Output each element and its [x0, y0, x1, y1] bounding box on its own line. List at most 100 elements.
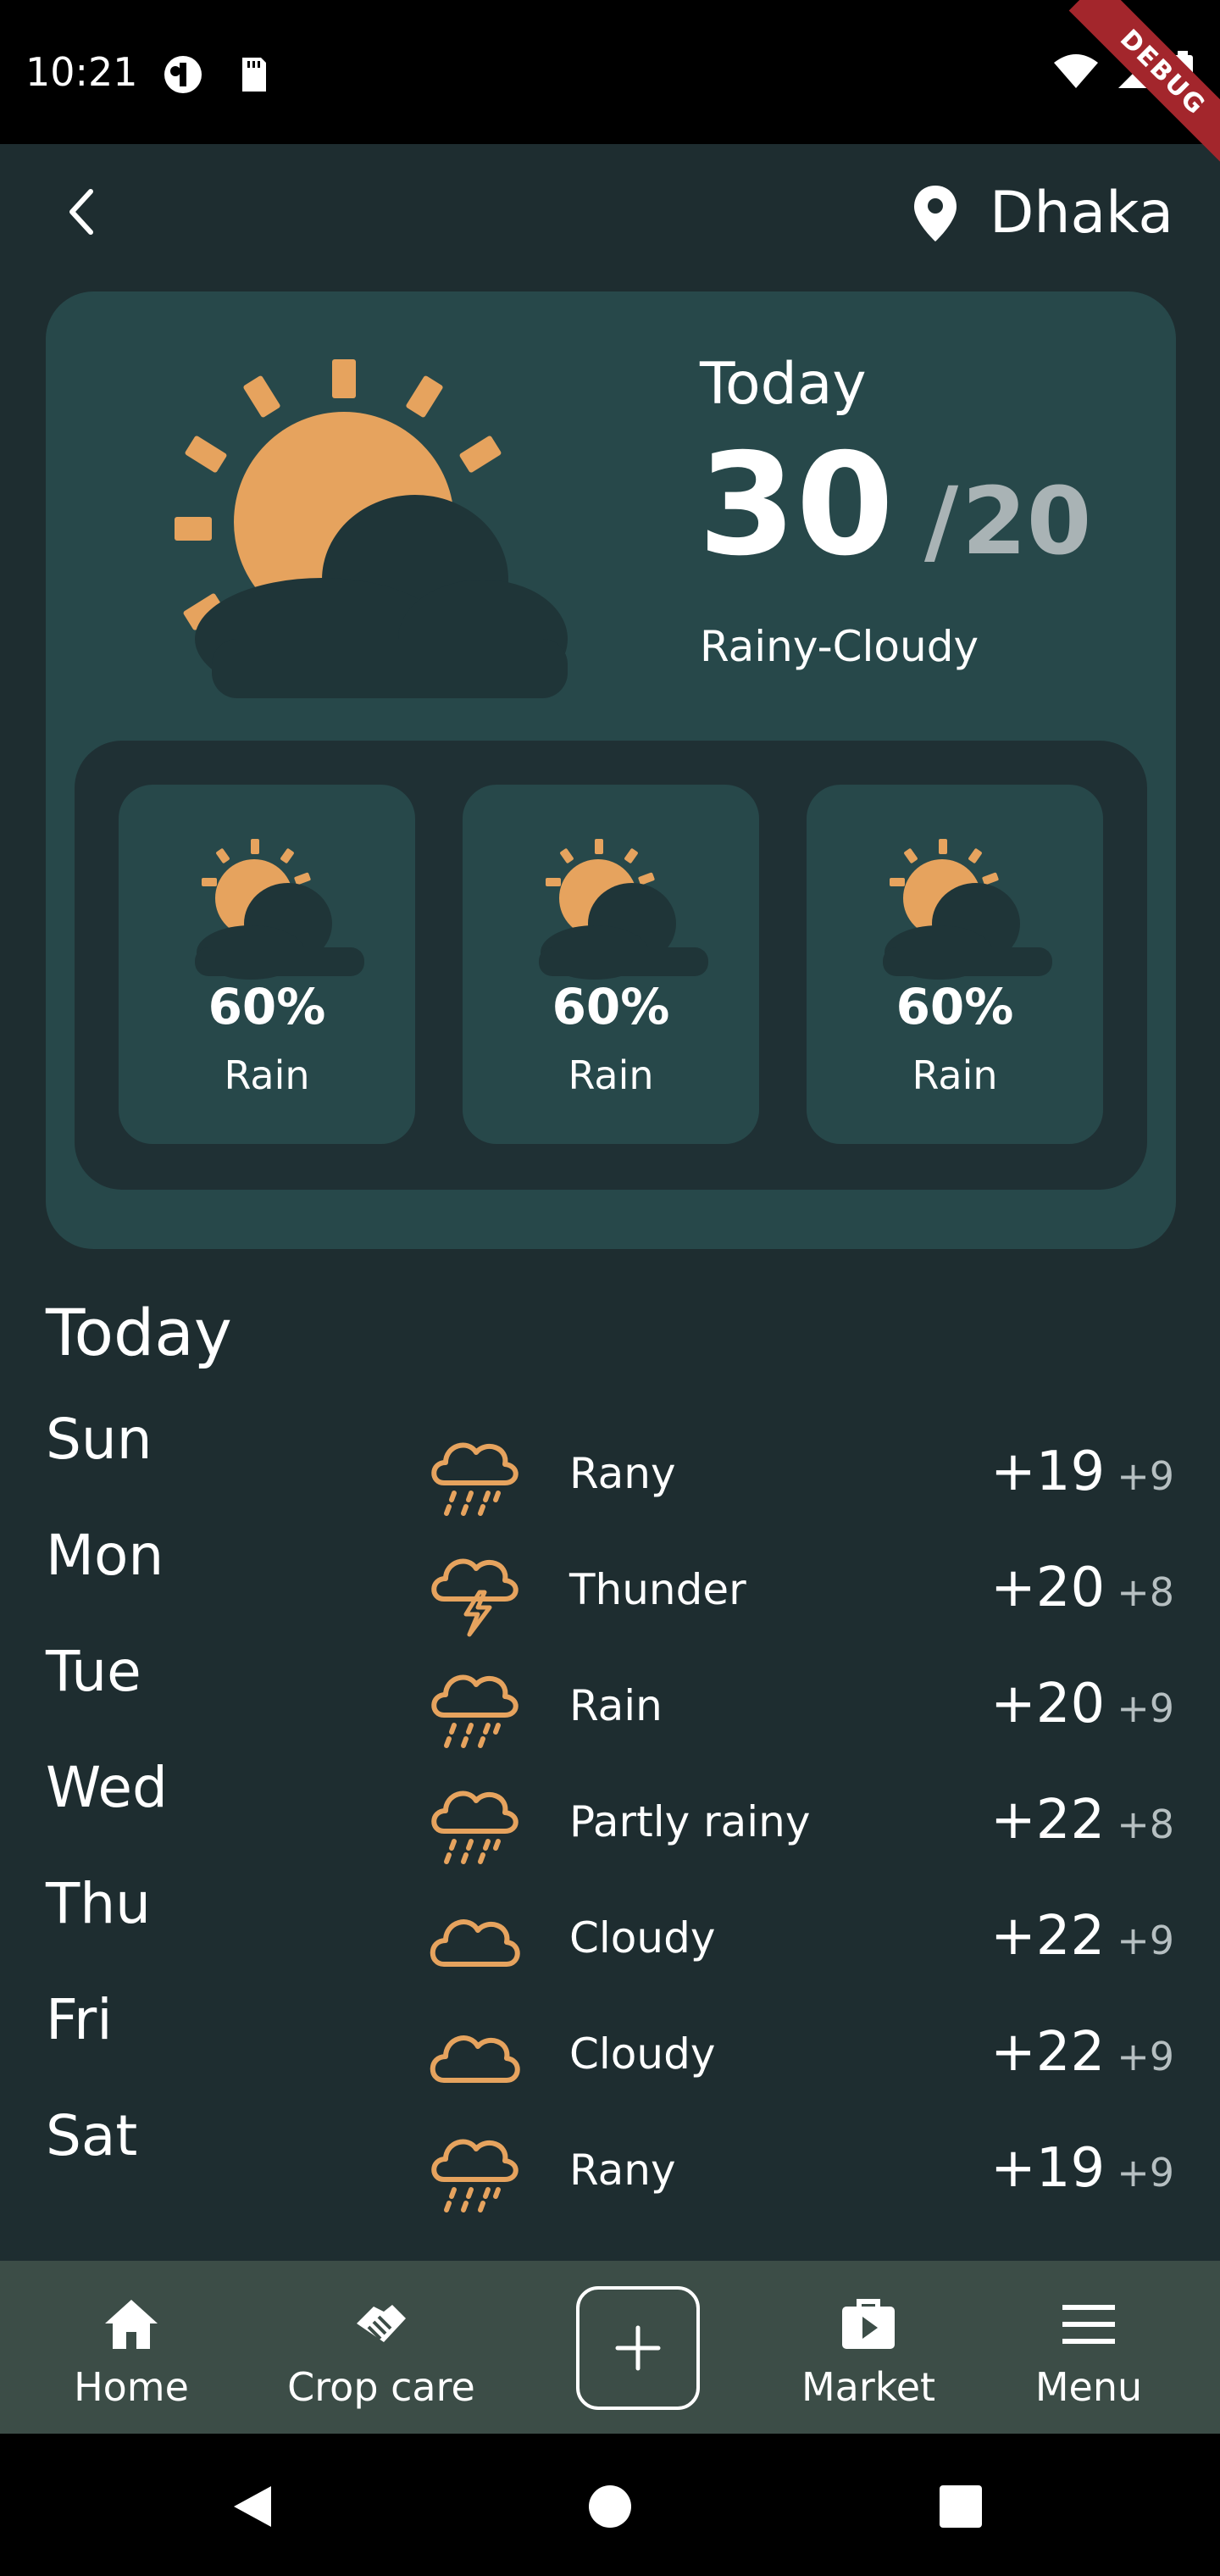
rain-cloud-icon [431, 2139, 518, 2212]
sun-cloud-icon [175, 359, 568, 698]
nav-home-label: Home [74, 2364, 189, 2410]
forecast-low: +9 [1117, 2150, 1174, 2196]
forecast-row[interactable]: Fri Cloudy +22 +9 [0, 1987, 1220, 2103]
chevron-left-icon [69, 189, 93, 235]
forecast-day: Thu [46, 1871, 151, 1936]
forecast-day: Fri [46, 1987, 113, 2052]
forecast-row[interactable]: Sun Rany +19 +9 [0, 1407, 1220, 1523]
forecast-low: +9 [1117, 1918, 1174, 1963]
forecast-day: Mon [46, 1523, 164, 1588]
forecast-condition: Rany [569, 1449, 676, 1498]
forecast-day: Sat [46, 2103, 138, 2168]
forecast-low: +8 [1117, 1569, 1174, 1615]
today-low-temp: 20 [962, 467, 1092, 575]
menu-icon [1062, 2305, 1115, 2344]
forecast-day: Wed [46, 1755, 168, 1820]
forecast-low: +9 [1117, 1453, 1174, 1499]
forecast-high: +20 [990, 1557, 1106, 1619]
forecast-high: +22 [990, 1789, 1106, 1852]
forecast-condition: Cloudy [569, 1913, 716, 1963]
wifi-icon [1054, 54, 1098, 88]
forecast-day: Tue [46, 1639, 141, 1704]
hourly-card[interactable]: 60% Rain [463, 785, 759, 1144]
forecast-high: +19 [990, 1441, 1106, 1503]
hourly-rain-label: Rain [912, 1052, 998, 1098]
today-temperatures: 30 /20 [698, 436, 1091, 576]
location-name: Dhaka [990, 180, 1173, 247]
nav-menu-label: Menu [1034, 2364, 1143, 2410]
cloud-icon [430, 2035, 520, 2083]
forecast-low: +8 [1117, 1802, 1174, 1847]
rain-cloud-icon [431, 1790, 518, 1864]
forecast-temps: +20 +8 [990, 1557, 1174, 1619]
forecast-low: +9 [1117, 1685, 1174, 1731]
hourly-panel: 60% Rain 60% Rain 60% Rain [75, 741, 1147, 1190]
nav-crop-care[interactable]: Crop care [280, 2261, 483, 2434]
forecast-row[interactable]: Tue Rain +20 +9 [0, 1639, 1220, 1755]
forecast-low: +9 [1117, 2034, 1174, 2079]
sun-cloud-icon [195, 839, 364, 980]
sun-cloud-icon [883, 839, 1052, 980]
today-label: Today [700, 351, 867, 418]
sun-cloud-icon [539, 839, 708, 980]
today-weather-card: Today 30 /20 Rainy-Cloudy 60% Rain 60% R… [46, 291, 1176, 1249]
forecast-high: +20 [990, 1673, 1106, 1735]
hourly-card[interactable]: 60% Rain [807, 785, 1103, 1144]
nav-home[interactable]: Home [51, 2261, 212, 2434]
cloud-icon [430, 1919, 520, 1967]
hourly-rain-percent: 60% [208, 978, 326, 1035]
status-time: 10:21 [25, 49, 138, 95]
forecast-temps: +19 +9 [990, 2137, 1174, 2200]
forecast-condition: Partly rainy [569, 1797, 811, 1846]
forecast-temps: +20 +9 [990, 1673, 1174, 1735]
rain-cloud-icon [431, 1442, 518, 1516]
home-icon [105, 2300, 158, 2349]
forecast-temps: +22 +9 [990, 2021, 1174, 2084]
today-high-temp: 30 [698, 424, 895, 587]
recents-square-icon[interactable] [937, 2483, 984, 2530]
today-condition: Rainy-Cloudy [700, 622, 979, 671]
forecast-row[interactable]: Wed Partly rainy +22 +8 [0, 1755, 1220, 1871]
forecast-condition: Rany [569, 2146, 676, 2195]
home-circle-icon[interactable] [586, 2483, 634, 2530]
forecast-day: Sun [46, 1407, 152, 1472]
hourly-card[interactable]: 60% Rain [119, 785, 415, 1144]
hourly-rain-percent: 60% [896, 978, 1014, 1035]
thunder-cloud-icon [431, 1558, 518, 1637]
back-triangle-icon[interactable] [229, 2483, 276, 2530]
location-pin-icon [914, 185, 957, 242]
forecast-row[interactable]: Sat Rany +19 +9 [0, 2103, 1220, 2219]
app-status-icon [164, 56, 202, 93]
system-nav-bar [0, 2434, 1220, 2576]
hourly-rain-label: Rain [224, 1052, 310, 1098]
rain-cloud-icon [431, 1674, 518, 1748]
forecast-condition: Thunder [569, 1565, 746, 1614]
plus-icon [615, 2325, 661, 2371]
forecast-condition: Cloudy [569, 2029, 716, 2079]
location-selector[interactable]: Dhaka [912, 180, 1173, 247]
forecast-temps: +22 +8 [990, 1789, 1174, 1852]
nav-crop-care-label: Crop care [287, 2364, 475, 2410]
back-button[interactable] [51, 182, 110, 242]
forecast-temps: +19 +9 [990, 1441, 1174, 1503]
forecast-high: +19 [990, 2137, 1106, 2200]
app-header: Dhaka [0, 144, 1220, 280]
forecast-high: +22 [990, 1905, 1106, 1968]
hourly-rain-label: Rain [568, 1052, 654, 1098]
forecast-row[interactable]: Thu Cloudy +22 +9 [0, 1871, 1220, 1987]
today-low-temp-wrap: /20 [924, 467, 1092, 575]
forecast-condition: Rain [569, 1681, 663, 1730]
status-bar: 10:21 DEBUG [0, 0, 1220, 167]
bottom-nav: Home Crop care Market Menu [0, 2261, 1220, 2434]
forecast-temps: +22 +9 [990, 1905, 1174, 1968]
hourly-rain-percent: 60% [552, 978, 670, 1035]
nav-menu[interactable]: Menu [1008, 2261, 1169, 2434]
nav-market[interactable]: Market [788, 2261, 949, 2434]
forecast-row[interactable]: Mon Thunder +20 +8 [0, 1523, 1220, 1639]
handshake-icon [357, 2305, 406, 2342]
forecast-high: +22 [990, 2021, 1106, 2084]
sd-card-icon [242, 58, 266, 92]
shopping-bag-icon [842, 2299, 895, 2349]
nav-market-label: Market [801, 2364, 936, 2410]
add-button[interactable] [576, 2286, 700, 2410]
